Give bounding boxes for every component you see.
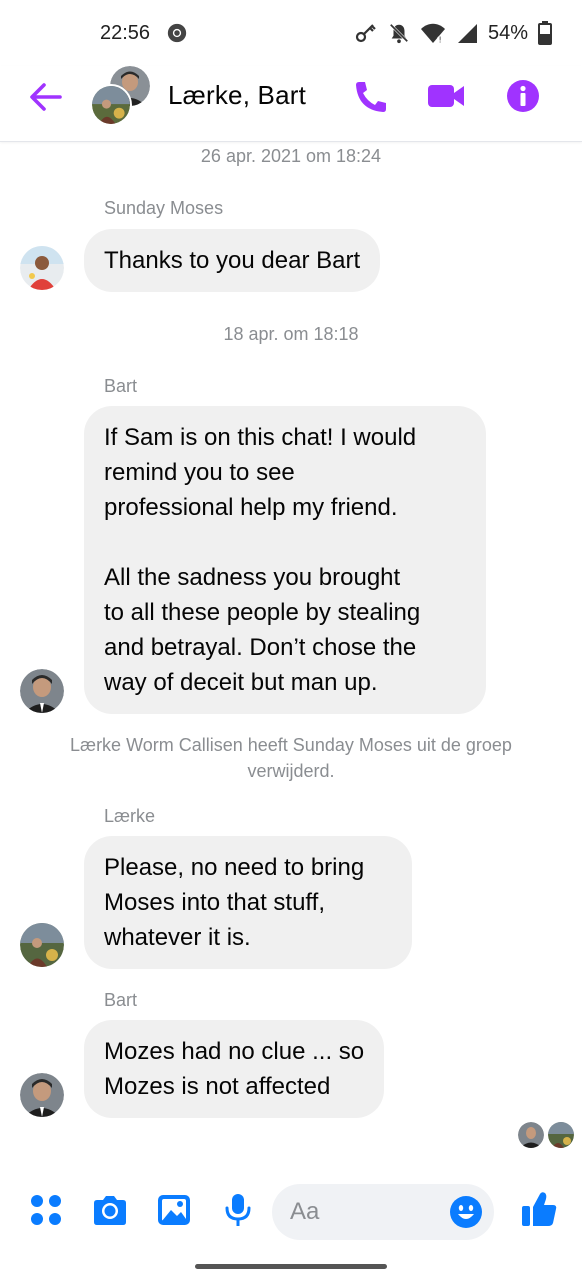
emoji-icon[interactable] <box>450 1196 482 1228</box>
chat-header: Lærke, Bart <box>0 66 582 142</box>
system-message: Lærke Worm Callisen heeft Sunday Moses u… <box>70 735 512 781</box>
message-input-container[interactable] <box>272 1184 494 1240</box>
battery-icon <box>538 21 552 45</box>
info-icon[interactable] <box>504 78 544 114</box>
sender-name: Bart <box>104 376 138 396</box>
image-icon[interactable] <box>156 1192 192 1228</box>
message-bubble[interactable]: Thanks to you dear Bart <box>84 229 381 292</box>
status-icons: ! 54% <box>354 20 552 46</box>
message-bubble[interactable]: If Sam is on this chat! I would remind y… <box>84 406 486 714</box>
timestamp: 26 apr. 2021 om 18:24 <box>200 146 382 166</box>
avatar-sunday-moses[interactable] <box>20 246 64 290</box>
message-bubble[interactable]: Mozes had no clue ... so Mozes is not af… <box>84 1020 385 1118</box>
notifications-off-icon <box>389 23 409 44</box>
avatar-bart[interactable] <box>20 669 64 713</box>
read-receipt-avatar-laerke <box>548 1122 574 1148</box>
avatar-laerke[interactable] <box>20 923 64 967</box>
message-bubble[interactable]: Please, no need to bring Moses into that… <box>84 836 412 969</box>
message-composer <box>0 1170 582 1260</box>
chat-title[interactable]: Lærke, Bart <box>168 80 306 111</box>
phone-icon[interactable] <box>350 78 390 114</box>
avatar-bart[interactable] <box>20 1073 64 1117</box>
message-input[interactable] <box>290 1184 440 1240</box>
svg-text:!: ! <box>438 36 441 45</box>
home-indicator[interactable] <box>195 1264 387 1269</box>
thumbs-up-icon[interactable] <box>520 1190 558 1228</box>
read-receipts <box>518 1122 574 1148</box>
status-bar: 22:56 ! 54% <box>0 0 582 66</box>
cell-signal-icon <box>457 24 477 43</box>
group-avatar[interactable] <box>90 66 152 126</box>
status-time: 22:56 <box>100 22 151 44</box>
battery-percent: 54% <box>487 21 528 44</box>
back-arrow-icon[interactable] <box>28 80 64 114</box>
sender-name: Sunday Moses <box>104 198 224 218</box>
vpn-key-icon <box>355 24 376 43</box>
video-camera-icon[interactable] <box>426 78 466 114</box>
timestamp: 18 apr. om 18:18 <box>223 324 359 344</box>
camera-icon[interactable] <box>92 1192 128 1228</box>
chrome-icon <box>167 23 187 43</box>
read-receipt-avatar-bart <box>518 1122 544 1148</box>
apps-icon[interactable] <box>28 1192 64 1228</box>
avatar-laerke <box>90 84 132 126</box>
sender-name: Lærke <box>104 806 156 826</box>
wifi-icon: ! <box>420 23 445 45</box>
microphone-icon[interactable] <box>220 1192 256 1228</box>
sender-name: Bart <box>104 990 138 1010</box>
